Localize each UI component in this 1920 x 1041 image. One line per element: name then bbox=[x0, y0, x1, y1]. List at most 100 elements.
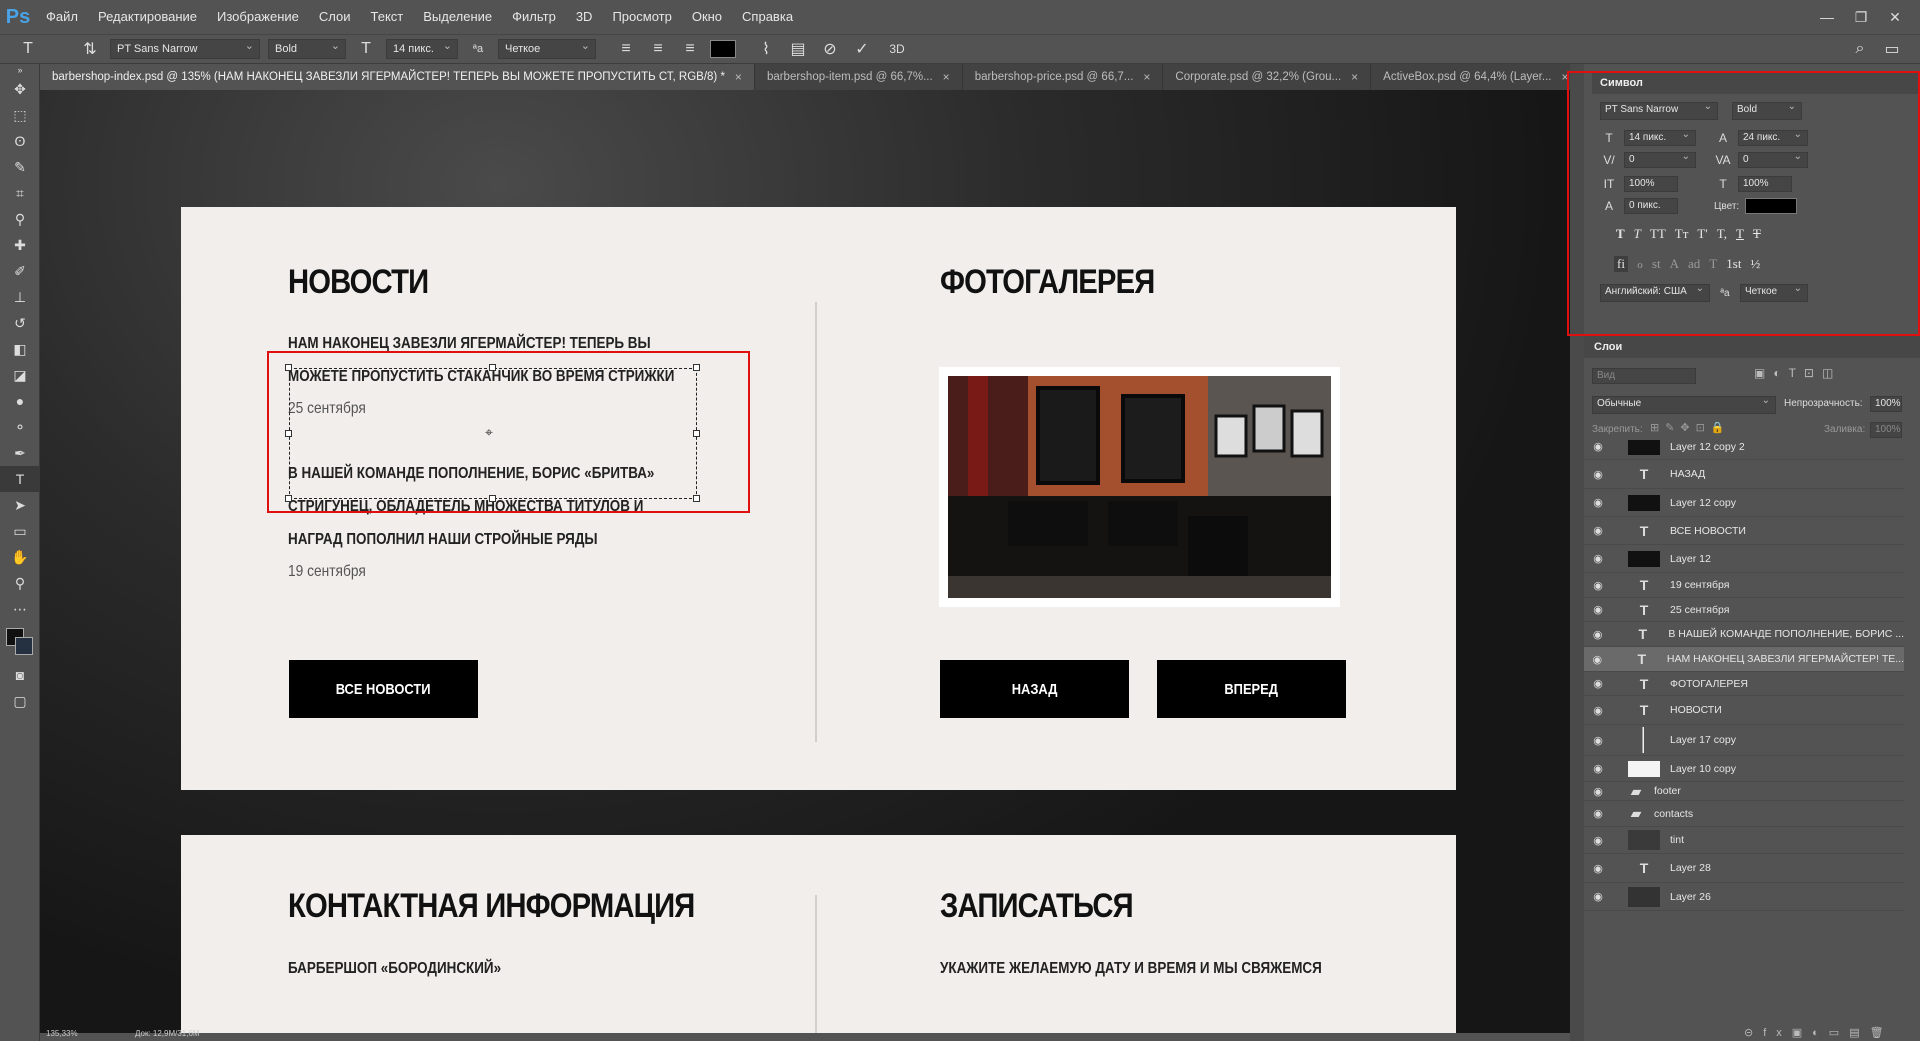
tab-close-icon[interactable]: × bbox=[735, 70, 742, 84]
transform-handle[interactable] bbox=[693, 430, 700, 437]
zoom-tool-icon[interactable]: ⚲ bbox=[0, 570, 40, 596]
align-left-icon[interactable]: ≡ bbox=[614, 40, 638, 58]
menu-file[interactable]: Файл bbox=[36, 0, 88, 34]
transform-handle[interactable] bbox=[285, 430, 292, 437]
tab-activebox[interactable]: ActiveBox.psd @ 64,4% (Layer... × bbox=[1371, 64, 1582, 90]
dodge-tool-icon[interactable]: ⚬ bbox=[0, 414, 40, 440]
opacity-field[interactable]: 100% bbox=[1870, 396, 1902, 412]
marquee-tool-icon[interactable]: ⬚ bbox=[0, 102, 40, 128]
eraser-tool-icon[interactable]: ◧ bbox=[0, 336, 40, 362]
font-family-select[interactable]: PT Sans Narrow bbox=[110, 37, 260, 59]
cancel-icon[interactable]: ⊘ bbox=[818, 39, 842, 59]
antialias-select[interactable]: Четкое bbox=[498, 37, 596, 59]
text-bounding-box[interactable] bbox=[289, 368, 697, 499]
visibility-eye-icon[interactable]: ◉ bbox=[1584, 440, 1612, 453]
history-brush-tool-icon[interactable]: ↺ bbox=[0, 310, 40, 336]
visibility-eye-icon[interactable]: ◉ bbox=[1584, 862, 1612, 875]
layer-row[interactable]: ◉ Layer 12 copy 2 bbox=[1584, 440, 1904, 460]
pen-tool-icon[interactable]: ✒ bbox=[0, 440, 40, 466]
all-news-button[interactable]: ВСЕ НОВОСТИ bbox=[289, 660, 478, 718]
type-tool-icon-active[interactable]: T bbox=[0, 466, 40, 492]
3d-button[interactable]: 3D bbox=[882, 42, 912, 56]
lock-icons[interactable]: ⊞✎✥⊡🔒 bbox=[1650, 421, 1731, 434]
commit-icon[interactable]: ✓ bbox=[850, 39, 874, 59]
tab-barbershop-item[interactable]: barbershop-item.psd @ 66,7%... × bbox=[755, 64, 963, 90]
visibility-eye-icon[interactable]: ◉ bbox=[1584, 653, 1611, 666]
path-select-tool-icon[interactable]: ➤ bbox=[0, 492, 40, 518]
layer-row[interactable]: ◉ T НАМ НАКОНЕЦ ЗАВЕЗЛИ ЯГЕРМАЙСТЕР! ТЕ... bbox=[1584, 647, 1904, 672]
blend-mode-select[interactable]: Обычные bbox=[1592, 394, 1776, 414]
layers-bottom-icons[interactable]: ⊝fx▣◐▭▤🗑 bbox=[1744, 1026, 1894, 1039]
layer-row[interactable]: ◉ Layer 12 copy bbox=[1584, 489, 1904, 517]
blur-tool-icon[interactable]: ● bbox=[0, 388, 40, 414]
quick-mask-icon[interactable]: ◙ bbox=[0, 662, 40, 688]
menu-edit[interactable]: Редактирование bbox=[88, 0, 207, 34]
visibility-eye-icon[interactable]: ◉ bbox=[1584, 704, 1612, 717]
transform-handle[interactable] bbox=[693, 364, 700, 371]
visibility-eye-icon[interactable]: ◉ bbox=[1584, 579, 1612, 592]
transform-handle[interactable] bbox=[285, 495, 292, 502]
transform-handle[interactable] bbox=[285, 364, 292, 371]
menu-layers[interactable]: Слои bbox=[309, 0, 361, 34]
layer-row[interactable]: ◉ T ВСЕ НОВОСТИ bbox=[1584, 517, 1904, 545]
eyedropper-tool-icon[interactable]: ⚲ bbox=[0, 206, 40, 232]
transform-handle[interactable] bbox=[489, 495, 496, 502]
layer-filter-search[interactable]: Вид bbox=[1592, 368, 1696, 384]
menu-select[interactable]: Выделение bbox=[413, 0, 502, 34]
visibility-eye-icon[interactable]: ◉ bbox=[1584, 677, 1612, 690]
zoom-readout[interactable]: 135,33% bbox=[46, 1029, 78, 1038]
layer-row[interactable]: ◉ T ФОТОГАЛЕРЕЯ bbox=[1584, 672, 1904, 696]
type-tool-icon[interactable]: T bbox=[16, 40, 40, 58]
collapse-icon[interactable]: » bbox=[0, 64, 40, 76]
signup-title[interactable]: ЗАПИСАТЬСЯ bbox=[940, 887, 1134, 926]
crop-tool-icon[interactable]: ⌗ bbox=[0, 180, 40, 206]
visibility-eye-icon[interactable]: ◉ bbox=[1584, 524, 1612, 537]
toggle-orientation-icon[interactable]: ⇅ bbox=[78, 39, 102, 59]
stamp-tool-icon[interactable]: ⊥ bbox=[0, 284, 40, 310]
tab-barbershop-price[interactable]: barbershop-price.psd @ 66,7... × bbox=[963, 64, 1164, 90]
character-panel-icon[interactable]: ▤ bbox=[786, 39, 810, 59]
layer-row[interactable]: ◉ Layer 17 copy bbox=[1584, 725, 1904, 756]
tab-barbershop-index[interactable]: barbershop-index.psd @ 135% (НАМ НАКОНЕЦ… bbox=[40, 64, 755, 90]
filter-icons[interactable]: ▣◐T⊡◫ bbox=[1754, 366, 1841, 380]
close-button[interactable]: ✕ bbox=[1878, 9, 1912, 26]
contacts-title[interactable]: КОНТАКТНАЯ ИНФОРМАЦИЯ bbox=[288, 887, 695, 926]
brush-tool-icon[interactable]: ✐ bbox=[0, 258, 40, 284]
visibility-eye-icon[interactable]: ◉ bbox=[1584, 807, 1612, 820]
layer-row[interactable]: ◉ ▰ contacts bbox=[1584, 801, 1904, 827]
tab-close-icon[interactable]: × bbox=[943, 70, 950, 84]
fill-field[interactable]: 100% bbox=[1870, 422, 1902, 438]
warp-text-icon[interactable]: ⌇ bbox=[754, 39, 778, 59]
menu-3d[interactable]: 3D bbox=[566, 0, 603, 34]
signup-line[interactable]: УКАЖИТЕ ЖЕЛАЕМУЮ ДАТУ И ВРЕМЯ И МЫ СВЯЖЕ… bbox=[940, 952, 1322, 985]
minimize-button[interactable]: — bbox=[1810, 9, 1844, 25]
tab-close-icon[interactable]: × bbox=[1143, 70, 1150, 84]
align-center-icon[interactable]: ≡ bbox=[646, 40, 670, 58]
visibility-eye-icon[interactable]: ◉ bbox=[1584, 496, 1612, 509]
menu-help[interactable]: Справка bbox=[732, 0, 803, 34]
layer-row[interactable]: ◉ Layer 10 copy bbox=[1584, 756, 1904, 782]
rectangle-tool-icon[interactable]: ▭ bbox=[0, 518, 40, 544]
next-button[interactable]: ВПЕРЕД bbox=[1157, 660, 1346, 718]
news2-date[interactable]: 19 сентября bbox=[288, 563, 366, 581]
transform-handle[interactable] bbox=[489, 364, 496, 371]
text-color-swatch[interactable] bbox=[710, 40, 736, 58]
quick-select-tool-icon[interactable]: ✎ bbox=[0, 154, 40, 180]
hand-tool-icon[interactable]: ✋ bbox=[0, 544, 40, 570]
more-tools-icon[interactable]: ⋯ bbox=[0, 596, 40, 622]
visibility-eye-icon[interactable]: ◉ bbox=[1584, 628, 1611, 641]
workspace-icon[interactable]: ▭ bbox=[1880, 39, 1904, 59]
layer-row[interactable]: ◉ T НАЗАД bbox=[1584, 460, 1904, 489]
search-icon[interactable]: ⌕ bbox=[1848, 40, 1872, 58]
layer-row[interactable]: ◉ T НОВОСТИ bbox=[1584, 696, 1904, 725]
gradient-tool-icon[interactable]: ◪ bbox=[0, 362, 40, 388]
menu-view[interactable]: Просмотр bbox=[602, 0, 681, 34]
tab-corporate[interactable]: Corporate.psd @ 32,2% (Grou... × bbox=[1163, 64, 1372, 90]
news-title[interactable]: НОВОСТИ bbox=[288, 263, 429, 302]
menu-window[interactable]: Окно bbox=[682, 0, 732, 34]
layer-row[interactable]: ◉ T Layer 28 bbox=[1584, 854, 1904, 883]
layer-row[interactable]: ◉ T 19 сентября bbox=[1584, 573, 1904, 598]
font-style-select[interactable]: Bold bbox=[268, 37, 346, 59]
visibility-eye-icon[interactable]: ◉ bbox=[1584, 762, 1612, 775]
back-button[interactable]: НАЗАД bbox=[940, 660, 1129, 718]
